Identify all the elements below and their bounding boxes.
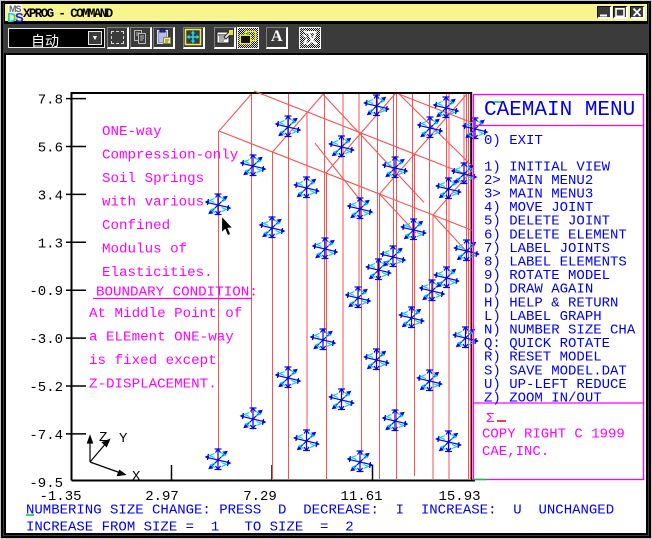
svg-text:with various: with various: [102, 195, 204, 211]
svg-text:5.6: 5.6: [38, 141, 63, 157]
svg-text:Z: Z: [99, 430, 107, 446]
svg-text:3.4: 3.4: [38, 188, 63, 204]
svg-text:Elasticities.: Elasticities.: [102, 265, 213, 281]
svg-text:ONE-way: ONE-way: [102, 124, 162, 140]
svg-text:7.8: 7.8: [38, 93, 63, 109]
svg-text:Z) ZOOM IN/OUT: Z) ZOOM IN/OUT: [484, 391, 602, 407]
svg-text:Σ: Σ: [486, 411, 495, 427]
svg-text:Y: Y: [119, 431, 128, 447]
svg-text:-5.2: -5.2: [29, 380, 63, 396]
svg-text:is fixed except: is fixed except: [89, 353, 217, 369]
svg-text:CAE,INC.: CAE,INC.: [482, 444, 549, 460]
svg-text:Soil Springs: Soil Springs: [102, 171, 204, 187]
svg-text:At Middle Point of: At Middle Point of: [89, 306, 242, 322]
svg-text:CAEMAIN MENU: CAEMAIN MENU: [484, 99, 635, 122]
svg-text:-0.9: -0.9: [29, 284, 63, 300]
svg-text:1.3: 1.3: [38, 236, 63, 252]
svg-text:Compression-only: Compression-only: [102, 148, 239, 164]
svg-text:a ELEment ONE-way: a ELEment ONE-way: [89, 330, 234, 346]
svg-text:X: X: [132, 469, 141, 485]
svg-text:Z-DISPLACEMENT.: Z-DISPLACEMENT.: [89, 377, 217, 393]
svg-text:0) EXIT: 0) EXIT: [484, 133, 543, 149]
svg-text:-7.4: -7.4: [29, 428, 63, 444]
svg-text:NUMBERING SIZE CHANGE: PRESS: NUMBERING SIZE CHANGE: PRESS D DECREASE:…: [26, 503, 614, 519]
svg-text:Confined: Confined: [102, 218, 170, 234]
svg-text:Modulus of: Modulus of: [102, 242, 187, 258]
svg-text:-3.0: -3.0: [29, 332, 63, 348]
svg-text:COPY RIGHT C 1999: COPY RIGHT C 1999: [482, 427, 625, 443]
svg-text:INCREASE FROM SIZE = 1 TO S: INCREASE FROM SIZE = 1 TO SIZE = 2: [26, 520, 354, 536]
